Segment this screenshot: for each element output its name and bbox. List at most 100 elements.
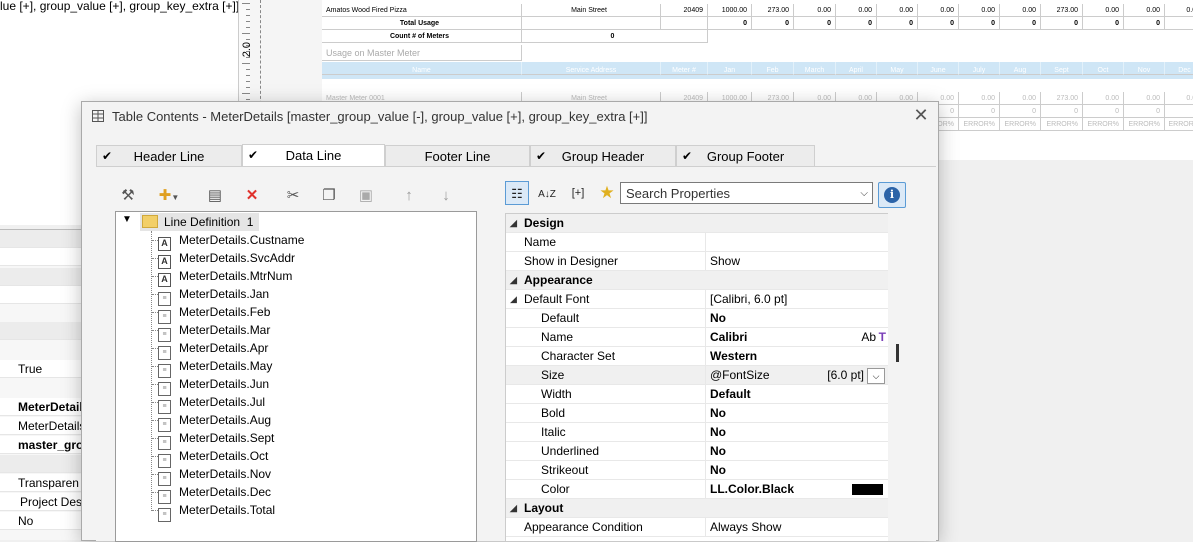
property-value[interactable]: No: [705, 404, 888, 422]
move-up-button[interactable]: ↑: [398, 185, 420, 207]
tree-item-label: MeterDetails.Jun: [179, 377, 270, 391]
favorites-button[interactable]: ★: [595, 181, 619, 205]
expand-collapse-button[interactable]: [+]: [565, 181, 591, 205]
property-row[interactable]: Show in Designer Show: [506, 252, 888, 271]
tab-header-line[interactable]: ✔ Header Line: [96, 145, 242, 166]
tree-item[interactable]: ≡ MeterDetails.Jun: [158, 375, 270, 396]
tree-item[interactable]: ≡ MeterDetails.Sept: [158, 429, 274, 450]
tree-root-node[interactable]: Line Definition 1: [140, 213, 260, 231]
tree-item[interactable]: A MeterDetails.SvcAddr: [158, 249, 295, 269]
panel-value-item1[interactable]: MeterDetails: [0, 398, 82, 416]
panel-value-item4[interactable]: Transparen: [0, 474, 82, 492]
move-down-button[interactable]: ↓: [435, 185, 457, 207]
property-value[interactable]: [705, 233, 888, 251]
wizard-button[interactable]: ⚒: [117, 185, 139, 207]
properties-button[interactable]: ▤: [204, 185, 226, 207]
table-header: Name Service Address Meter # Jan Feb March Apr…: [322, 62, 1193, 79]
column-header: Feb: [752, 62, 794, 75]
panel-value-item3[interactable]: master_gro: [0, 436, 82, 454]
property-value[interactable]: Calibri Ab T: [705, 328, 888, 346]
property-row[interactable]: Default No: [506, 309, 888, 328]
info-button[interactable]: i: [878, 182, 906, 208]
formula-field-icon: ≡: [158, 508, 171, 522]
tree-item[interactable]: ≡ MeterDetails.Jul: [158, 393, 265, 414]
collapse-icon[interactable]: ◢: [510, 499, 517, 518]
property-row[interactable]: Italic No: [506, 423, 888, 442]
property-name: Appearance Condition: [524, 520, 643, 534]
tree-item[interactable]: ≡ MeterDetails.Total: [158, 501, 275, 522]
property-value[interactable]: @FontSize [6.0 pt] ⌵: [705, 366, 888, 384]
property-row[interactable]: Strikeout No: [506, 461, 888, 480]
property-value[interactable]: No: [705, 309, 888, 327]
tree-item[interactable]: ≡ MeterDetails.Apr: [158, 339, 268, 360]
property-value[interactable]: No: [705, 423, 888, 441]
property-category[interactable]: ◢ Design: [506, 214, 888, 233]
collapse-icon[interactable]: ◢: [510, 271, 517, 290]
chevron-down-icon[interactable]: ⌵: [860, 183, 868, 205]
property-value[interactable]: No: [705, 461, 888, 479]
panel-value-item6[interactable]: No: [0, 512, 82, 530]
cut-button[interactable]: ✂: [282, 185, 304, 207]
property-category[interactable]: ◢ Layout: [506, 499, 888, 518]
tab-group-header[interactable]: ✔ Group Header: [530, 145, 676, 166]
copy-button[interactable]: ❐: [318, 185, 340, 207]
chevron-down-icon[interactable]: ⌵: [867, 368, 885, 384]
delete-button[interactable]: ✕: [241, 185, 263, 207]
property-value-text: [Calibri, 6.0 pt]: [710, 292, 788, 306]
property-row[interactable]: Character Set Western: [506, 347, 888, 366]
property-row[interactable]: Appearance Condition Always Show: [506, 518, 888, 537]
categorized-button[interactable]: ☷: [505, 181, 529, 205]
property-row[interactable]: ◢ Default Font [Calibri, 6.0 pt]: [506, 290, 888, 309]
property-value[interactable]: [Calibri, 6.0 pt]: [705, 290, 888, 308]
tree-item[interactable]: ≡ MeterDetails.Mar: [158, 321, 270, 342]
property-value[interactable]: LL.Color.Black: [705, 480, 888, 498]
close-button[interactable]: ✕: [912, 106, 930, 125]
tree-item[interactable]: ≡ MeterDetails.Feb: [158, 303, 270, 324]
property-value[interactable]: Show: [705, 252, 888, 270]
table-cell: 0.00: [959, 92, 1000, 105]
search-properties-input[interactable]: Search Properties ⌵: [620, 182, 873, 204]
paste-button[interactable]: ▣: [355, 185, 377, 207]
sort-alphabetical-button[interactable]: A↓Z: [535, 181, 559, 205]
property-row[interactable]: Name Calibri Ab T: [506, 328, 888, 347]
color-swatch[interactable]: [852, 484, 883, 495]
property-value[interactable]: No: [705, 442, 888, 460]
tree-item[interactable]: A MeterDetails.Custname: [158, 231, 304, 251]
font-picker-icon[interactable]: T: [879, 328, 886, 347]
collapse-icon[interactable]: ◢: [510, 290, 517, 309]
table-cell: Amatos Wood Fired Pizza: [322, 4, 522, 17]
property-grid: ◢ Design Name Show in Designer Show ◢ Appearan…: [505, 213, 888, 541]
property-value[interactable]: Default: [705, 385, 888, 403]
tree-item-label: MeterDetails.Aug: [179, 413, 272, 427]
scrollbar-thumb[interactable]: [896, 344, 899, 362]
tree-item[interactable]: ≡ MeterDetails.Aug: [158, 411, 272, 432]
tab-footer-line[interactable]: Footer Line: [385, 145, 530, 166]
tree-item[interactable]: ≡ MeterDetails.May: [158, 357, 272, 378]
insert-button[interactable]: ✚▼: [154, 185, 184, 207]
info-icon: i: [884, 187, 900, 203]
tree-item[interactable]: ≡ MeterDetails.Dec: [158, 483, 271, 504]
chevron-down-icon[interactable]: ▼: [122, 214, 132, 225]
collapse-icon[interactable]: ◢: [510, 214, 517, 233]
property-value[interactable]: Western: [705, 347, 888, 365]
property-value[interactable]: Always Show: [705, 518, 888, 536]
property-row[interactable]: Bold No: [506, 404, 888, 423]
property-row[interactable]: Name: [506, 233, 888, 252]
tab-group-footer[interactable]: ✔ Group Footer: [676, 145, 815, 166]
property-row[interactable]: Underlined No: [506, 442, 888, 461]
property-row[interactable]: Color LL.Color.Black: [506, 480, 888, 499]
tree-item[interactable]: ≡ MeterDetails.Jan: [158, 285, 269, 306]
property-row[interactable]: Width Default: [506, 385, 888, 404]
property-category[interactable]: ◢ Appearance: [506, 271, 888, 290]
scissors-icon: ✂: [286, 187, 300, 204]
panel-value-item2[interactable]: MeterDetails: [0, 417, 82, 435]
panel-value-item5[interactable]: Project Des: [0, 493, 82, 511]
tab-data-line[interactable]: ✔ Data Line: [242, 144, 385, 167]
ruler-tick: [242, 33, 250, 34]
tree-item[interactable]: ≡ MeterDetails.Nov: [158, 465, 271, 486]
property-row[interactable]: Size @FontSize [6.0 pt] ⌵: [506, 366, 888, 385]
tree-item[interactable]: ≡ MeterDetails.Oct: [158, 447, 268, 468]
tree-item[interactable]: A MeterDetails.MtrNum: [158, 267, 292, 287]
panel-value-true[interactable]: True: [0, 360, 82, 378]
property-value-text: No: [710, 406, 726, 420]
